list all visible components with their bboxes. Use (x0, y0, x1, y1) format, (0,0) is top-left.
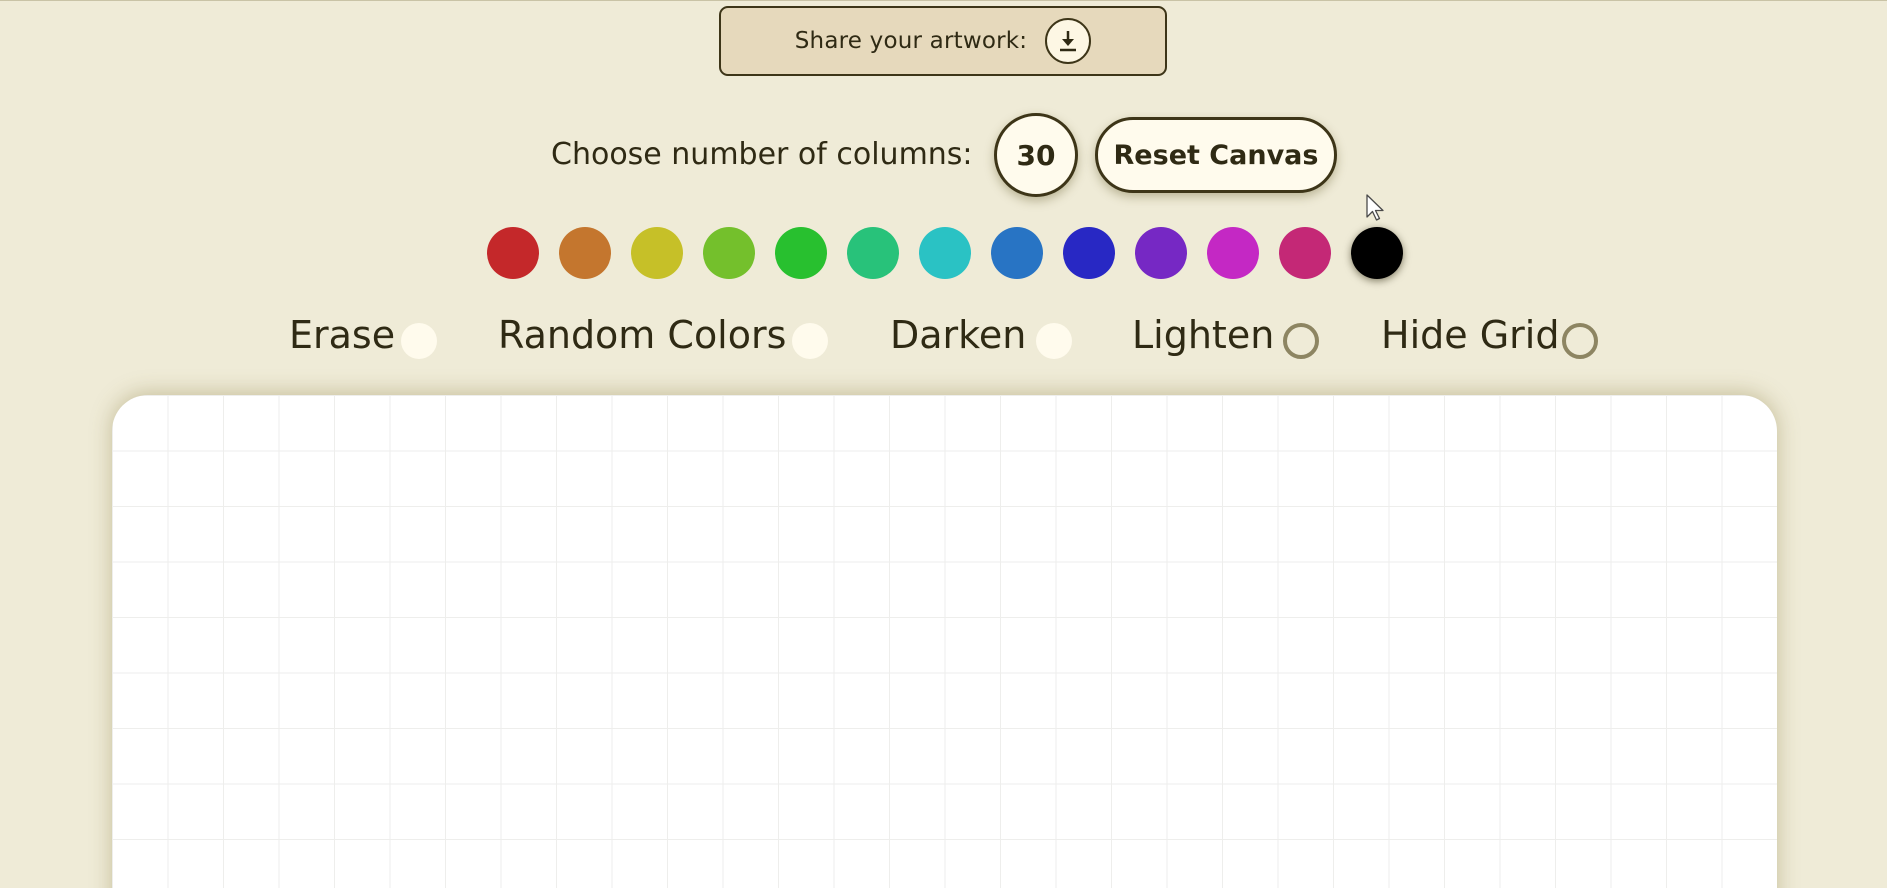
hide-grid-toggle[interactable] (1562, 323, 1598, 359)
color-swatch-pink[interactable] (1279, 227, 1331, 279)
color-swatch-magenta[interactable] (1207, 227, 1259, 279)
lighten-toggle[interactable] (1283, 323, 1319, 359)
mouse-cursor-icon (1366, 194, 1384, 221)
drawing-canvas[interactable] (112, 395, 1777, 888)
download-button[interactable] (1045, 18, 1092, 64)
darken-label: Darken (890, 313, 1027, 357)
color-swatch-lime[interactable] (703, 227, 755, 279)
color-swatch-red[interactable] (487, 227, 539, 279)
color-swatch-orange[interactable] (559, 227, 611, 279)
color-swatch-yellow[interactable] (631, 227, 683, 279)
erase-label: Erase (289, 313, 396, 357)
hide-grid-label: Hide Grid (1381, 313, 1560, 357)
color-swatch-blue[interactable] (991, 227, 1043, 279)
lighten-label: Lighten (1132, 313, 1275, 357)
color-swatch-cyan[interactable] (919, 227, 971, 279)
color-swatch-green[interactable] (775, 227, 827, 279)
columns-label: Choose number of columns: (551, 137, 973, 172)
mode-toggles: Erase Random Colors Darken Lighten Hide … (0, 307, 1887, 367)
columns-input[interactable] (994, 113, 1078, 197)
reset-canvas-button[interactable]: Reset Canvas (1095, 117, 1337, 193)
color-swatch-black[interactable] (1351, 227, 1403, 279)
share-label: Share your artwork: (794, 28, 1028, 54)
share-panel: Share your artwork: (719, 6, 1167, 76)
color-swatch-teal[interactable] (847, 227, 899, 279)
color-swatch-purple[interactable] (1135, 227, 1187, 279)
darken-toggle[interactable] (1036, 323, 1072, 359)
random-colors-label: Random Colors (498, 313, 787, 357)
color-swatch-indigo[interactable] (1063, 227, 1115, 279)
random-colors-toggle[interactable] (792, 323, 828, 359)
download-icon (1060, 31, 1077, 52)
color-palette (0, 227, 1887, 279)
erase-toggle[interactable] (401, 323, 437, 359)
columns-row: Choose number of columns: Reset Canvas (0, 113, 1887, 197)
